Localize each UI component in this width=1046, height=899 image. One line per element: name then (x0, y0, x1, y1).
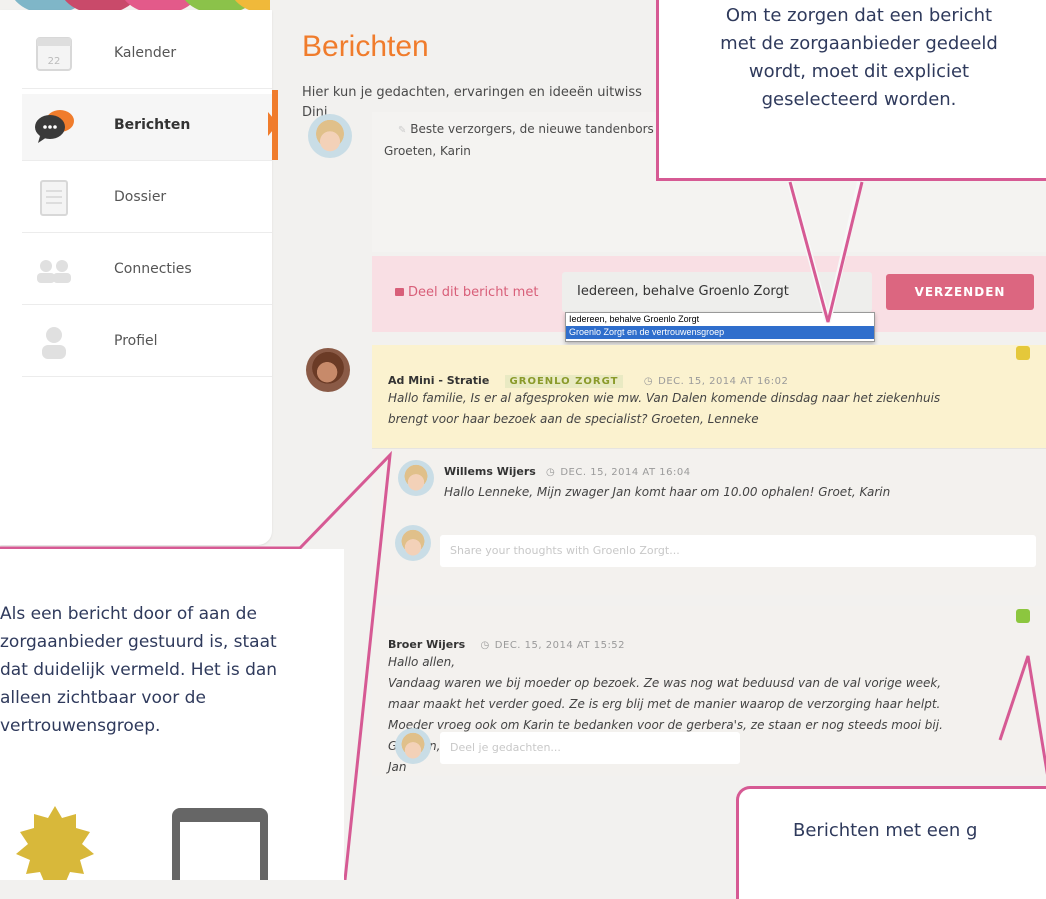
seal-icon (0, 806, 110, 886)
tablet-icon (172, 808, 268, 880)
callout-top-right: Om te zorgen dat een bericht met de zorg… (656, 0, 1046, 181)
callout-left-text: Als een bericht door of aan de zorgaanbi… (0, 604, 278, 736)
callout-bottom-right: Berichten met een g (736, 786, 1046, 899)
